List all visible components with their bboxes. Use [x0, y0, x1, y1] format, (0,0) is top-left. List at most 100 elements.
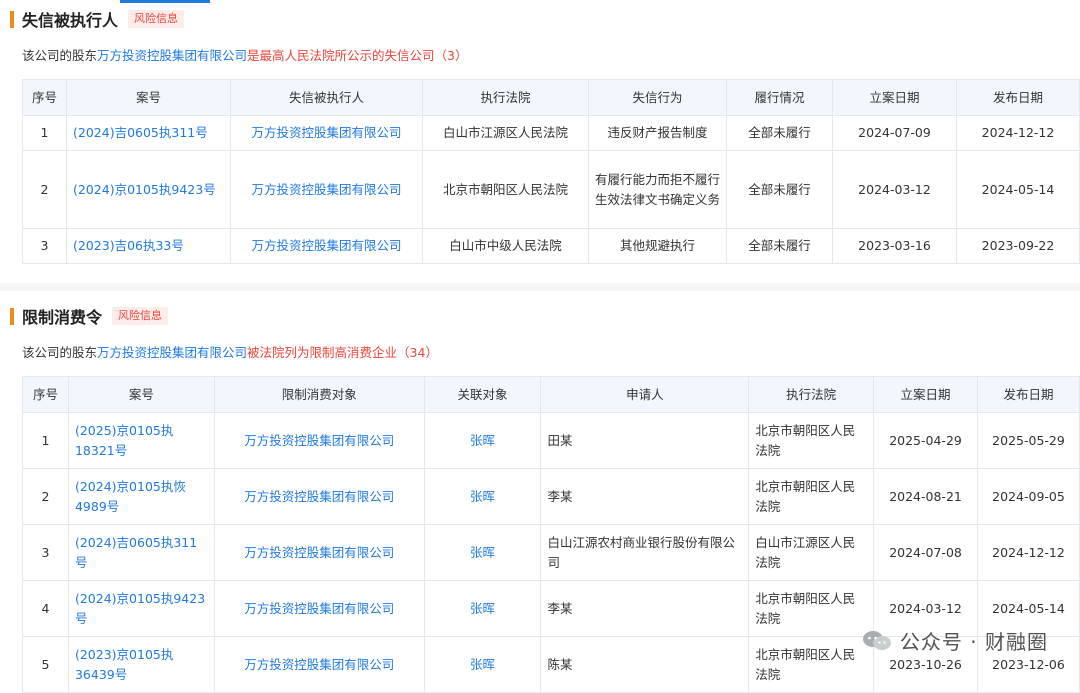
filed-date-cell: 2025-04-29: [873, 412, 978, 469]
related-person-link[interactable]: 张晖: [423, 412, 542, 469]
company-link[interactable]: 万方投资控股集团有限公司: [213, 524, 425, 581]
table-row: 1 (2024)吉0605执311号 万方投资控股集团有限公司 白山市江源区人民…: [22, 115, 1080, 151]
section-title: 失信被执行人: [22, 11, 119, 30]
applicant-cell: 白山江源农村商业银行股份有限公司: [540, 524, 750, 581]
behavior-cell: 有履行能力而拒不履行生效法律文书确定义务: [588, 150, 727, 229]
table-row: 3 (2024)吉0605执311号 万方投资控股集团有限公司 张晖 白山江源农…: [22, 524, 1080, 581]
risk-badge: 风险信息: [112, 307, 169, 325]
applicant-cell: 李某: [540, 580, 750, 637]
company-link[interactable]: 万方投资控股集团有限公司: [230, 228, 423, 264]
column-header: 发布日期: [956, 79, 1080, 116]
wechat-icon: [862, 630, 891, 650]
related-person-link[interactable]: 张晖: [423, 468, 542, 525]
section-dishonest-header: 失信被执行人 风险信息: [10, 7, 185, 31]
published-date-cell: 2024-12-12: [977, 524, 1080, 581]
published-date-cell: 2025-05-29: [977, 412, 1080, 469]
status-cell: 全部未履行: [726, 115, 833, 151]
applicant-cell: 陈某: [540, 636, 750, 693]
row-index: 3: [22, 524, 69, 581]
case-number-link[interactable]: (2024)京0105执恢4989号: [67, 468, 215, 525]
table-row: 3 (2023)吉06执33号 万方投资控股集团有限公司 白山市中级人民法院 其…: [22, 228, 1080, 264]
section-summary: 该公司的股东万方投资控股集团有限公司是最高人民法院所公示的失信公司（3）: [22, 45, 468, 64]
summary-highlight: 是最高人民法院所公示的失信公司: [247, 48, 435, 63]
court-cell: 北京市朝阳区人民法院: [422, 150, 589, 229]
section-marker: [10, 10, 14, 28]
case-number-link[interactable]: (2024)吉0605执311号: [67, 524, 215, 581]
court-cell: 北京市朝阳区人民法院: [748, 468, 875, 525]
summary-highlight: 被法院列为限制高消费企业: [247, 345, 398, 360]
status-cell: 全部未履行: [726, 150, 833, 229]
section-restriction-header: 限制消费令 风险信息: [10, 304, 169, 328]
table-header-row: 序号 案号 限制消费对象 关联对象 申请人 执行法院 立案日期 发布日期: [22, 376, 1080, 413]
record-count: （3）: [434, 48, 468, 63]
behavior-cell: 违反财产报告制度: [588, 115, 727, 151]
status-cell: 全部未履行: [726, 228, 833, 264]
filed-date-cell: 2024-08-21: [873, 468, 978, 525]
company-link[interactable]: 万方投资控股集团有限公司: [213, 468, 425, 525]
column-header: 案号: [67, 376, 215, 413]
column-header: 履行情况: [726, 79, 833, 116]
shareholder-link[interactable]: 万方投资控股集团有限公司: [97, 48, 247, 63]
court-cell: 白山市江源区人民法院: [748, 524, 875, 581]
watermark: 公众号 · 财融圈: [862, 626, 1048, 655]
court-cell: 北京市朝阳区人民法院: [748, 412, 875, 469]
watermark-text: 公众号 · 财融圈: [899, 630, 1048, 654]
case-number-link[interactable]: (2024)京0105执9423号: [67, 580, 215, 637]
table-header-row: 序号 案号 失信被执行人 执行法院 失信行为 履行情况 立案日期 发布日期: [22, 79, 1080, 116]
published-date-cell: 2024-09-05: [977, 468, 1080, 525]
shareholder-link[interactable]: 万方投资控股集团有限公司: [97, 345, 247, 360]
related-person-link[interactable]: 张晖: [423, 580, 542, 637]
summary-prefix: 该公司的股东: [22, 48, 98, 63]
summary-prefix: 该公司的股东: [22, 345, 98, 360]
section-marker: [10, 307, 14, 325]
filed-date-cell: 2024-07-08: [873, 524, 978, 581]
column-header: 失信被执行人: [230, 79, 423, 116]
applicant-cell: 田某: [540, 412, 750, 469]
row-index: 4: [22, 580, 69, 637]
company-link[interactable]: 万方投资控股集团有限公司: [213, 580, 425, 637]
top-tab-indicator: [120, 0, 210, 3]
table-row: 2 (2024)京0105执9423号 万方投资控股集团有限公司 北京市朝阳区人…: [22, 150, 1080, 229]
row-index: 3: [22, 228, 67, 264]
filed-date-cell: 2024-07-09: [832, 115, 957, 151]
case-number-link[interactable]: (2023)京0105执36439号: [67, 636, 215, 693]
table-row: 2 (2024)京0105执恢4989号 万方投资控股集团有限公司 张晖 李某 …: [22, 468, 1080, 525]
row-index: 1: [22, 412, 69, 469]
column-header: 发布日期: [977, 376, 1080, 413]
related-person-link[interactable]: 张晖: [423, 636, 542, 693]
section-divider: [0, 283, 1080, 291]
case-number-link[interactable]: (2023)吉06执33号: [66, 228, 231, 264]
company-link[interactable]: 万方投资控股集团有限公司: [213, 636, 425, 693]
company-link[interactable]: 万方投资控股集团有限公司: [230, 150, 423, 229]
column-header: 立案日期: [832, 79, 957, 116]
related-person-link[interactable]: 张晖: [423, 524, 542, 581]
applicant-cell: 李某: [540, 468, 750, 525]
published-date-cell: 2023-09-22: [956, 228, 1080, 264]
filed-date-cell: 2023-03-16: [832, 228, 957, 264]
row-index: 2: [22, 150, 67, 229]
company-link[interactable]: 万方投资控股集团有限公司: [230, 115, 423, 151]
case-number-link[interactable]: (2025)京0105执18321号: [67, 412, 215, 469]
behavior-cell: 其他规避执行: [588, 228, 727, 264]
column-header: 执行法院: [422, 79, 589, 116]
column-header: 关联对象: [423, 376, 542, 413]
case-number-link[interactable]: (2024)京0105执9423号: [66, 150, 231, 229]
dishonest-table: 序号 案号 失信被执行人 执行法院 失信行为 履行情况 立案日期 发布日期 1 …: [22, 79, 1080, 264]
risk-badge: 风险信息: [128, 10, 185, 28]
column-header: 序号: [22, 79, 67, 116]
court-cell: 白山市江源区人民法院: [422, 115, 589, 151]
court-cell: 北京市朝阳区人民法院: [748, 580, 875, 637]
section-title: 限制消费令: [22, 308, 103, 327]
column-header: 序号: [22, 376, 69, 413]
court-cell: 白山市中级人民法院: [422, 228, 589, 264]
column-header: 申请人: [540, 376, 750, 413]
column-header: 限制消费对象: [213, 376, 425, 413]
row-index: 5: [22, 636, 69, 693]
section-summary: 该公司的股东万方投资控股集团有限公司被法院列为限制高消费企业（34）: [22, 342, 438, 361]
company-link[interactable]: 万方投资控股集团有限公司: [213, 412, 425, 469]
case-number-link[interactable]: (2024)吉0605执311号: [66, 115, 231, 151]
filed-date-cell: 2024-03-12: [832, 150, 957, 229]
table-row: 1 (2025)京0105执18321号 万方投资控股集团有限公司 张晖 田某 …: [22, 412, 1080, 469]
published-date-cell: 2024-05-14: [956, 150, 1080, 229]
record-count: （34）: [397, 345, 438, 360]
